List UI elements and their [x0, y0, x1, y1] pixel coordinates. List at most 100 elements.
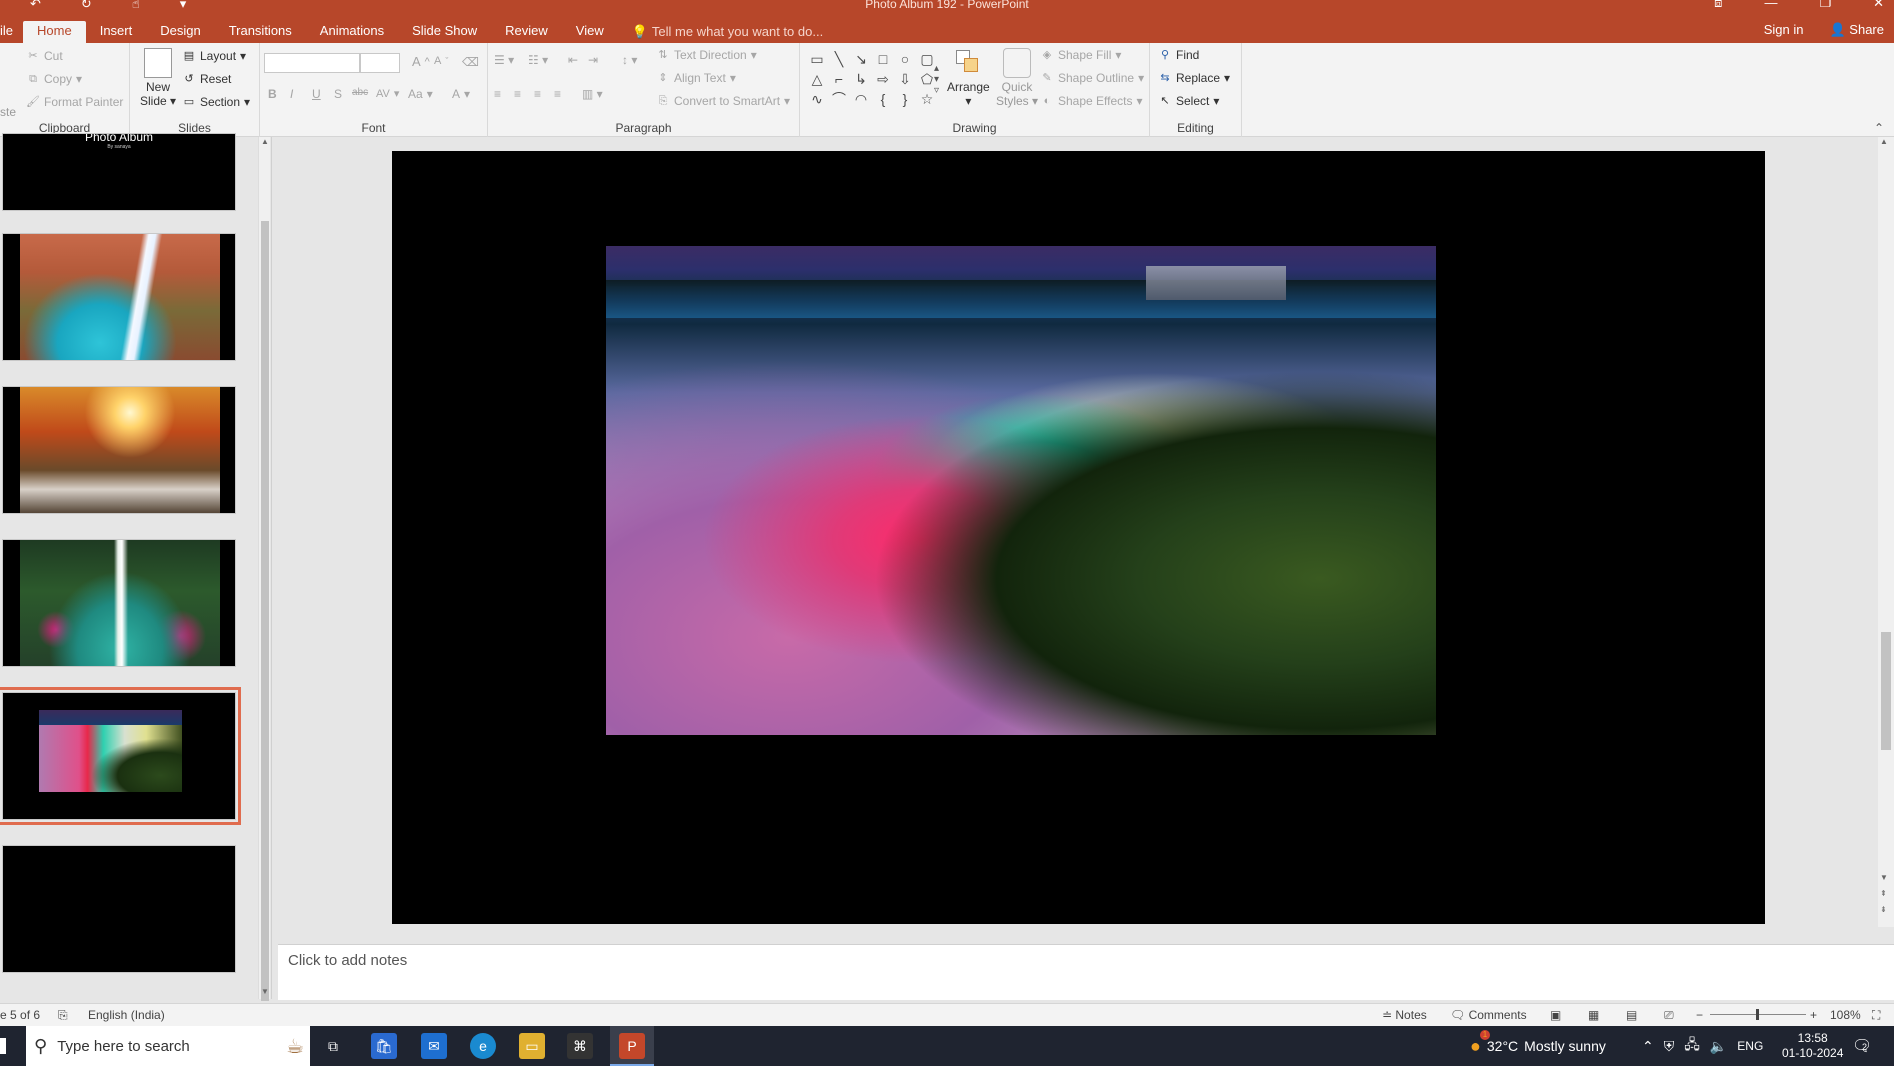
scroll-down-icon[interactable]: ▼ — [1880, 873, 1888, 882]
scroll-up-icon[interactable]: ▲ — [261, 137, 269, 146]
bold-button[interactable]: B — [268, 87, 277, 101]
current-slide[interactable] — [392, 151, 1765, 924]
notes-placeholder[interactable]: Click to add notes — [288, 952, 407, 969]
sign-in-link[interactable]: Sign in — [1764, 22, 1804, 38]
tab-slide-show[interactable]: Slide Show — [398, 21, 491, 43]
ribbon-display-icon[interactable]: ⧈ — [1714, 0, 1722, 11]
thumbnail-scrollbar[interactable]: ▲ ▼ — [258, 137, 270, 1001]
slide-thumbnail-3[interactable] — [2, 386, 236, 514]
shape-outline-button[interactable]: ✎ Shape Outline ▾ — [1040, 71, 1144, 85]
cut-button[interactable]: ✂ Cut — [26, 49, 62, 63]
bullets-icon[interactable]: ☰ ▾ — [494, 53, 514, 67]
minimize-icon[interactable]: — — [1764, 0, 1777, 11]
triangle-shape-icon[interactable]: △ — [807, 69, 827, 89]
tab-ile[interactable]: ile — [0, 21, 23, 43]
close-icon[interactable]: ✕ — [1873, 0, 1884, 11]
columns-icon[interactable]: ▥ ▾ — [582, 87, 603, 101]
file-explorer-icon[interactable]: ▭ — [519, 1033, 545, 1059]
brace-left-shape-icon[interactable]: { — [873, 89, 893, 109]
scroll-up-icon[interactable]: ▲ — [1880, 137, 1888, 146]
normal-view-icon[interactable]: ▣ — [1550, 1008, 1561, 1022]
italic-button[interactable]: I — [290, 87, 293, 101]
increase-indent-icon[interactable]: ⇥ — [588, 53, 598, 67]
spell-check-icon[interactable]: ⎘ — [58, 1008, 68, 1023]
clock[interactable]: 13:58 01-10-2024 — [1782, 1026, 1843, 1066]
layout-button[interactable]: ▤ Layout ▾ — [182, 49, 246, 63]
brace-right-shape-icon[interactable]: } — [895, 89, 915, 109]
scrollbar-thumb[interactable] — [261, 221, 269, 1001]
zoom-in-icon[interactable]: + — [1810, 1008, 1817, 1022]
tab-home[interactable]: Home — [23, 21, 86, 43]
strikethrough-button[interactable]: abc — [352, 87, 368, 98]
shape-effects-button[interactable]: ◐ Shape Effects ▾ — [1040, 94, 1143, 108]
fit-slide-icon[interactable]: ⛶ — [1872, 1008, 1880, 1023]
justify-icon[interactable]: ≡ — [554, 87, 561, 101]
reading-view-icon[interactable]: ▤ — [1626, 1008, 1637, 1022]
replace-button[interactable]: ⇆ Replace ▾ — [1158, 71, 1230, 85]
tab-review[interactable]: Review — [491, 21, 562, 43]
powerpoint-taskbar-button[interactable]: P — [610, 1026, 654, 1066]
comments-toggle[interactable]: 🗨 Comments — [1450, 1008, 1527, 1022]
reset-button[interactable]: ↺ Reset — [182, 72, 231, 86]
slide-sorter-icon[interactable]: ▦ — [1588, 1008, 1599, 1022]
chevron-up-icon[interactable]: ⌃ — [1642, 1038, 1654, 1055]
clear-format-icon[interactable]: ⌫ — [462, 55, 479, 69]
zoom-level[interactable]: 108% — [1830, 1008, 1861, 1022]
zoom-out-icon[interactable]: − — [1696, 1008, 1703, 1022]
copy-button[interactable]: ⧉ Copy ▾ — [26, 72, 82, 86]
oval-shape-icon[interactable]: ○ — [895, 49, 915, 69]
right-arrow-shape-icon[interactable]: ⇨ — [873, 69, 893, 89]
tab-view[interactable]: View — [562, 21, 618, 43]
change-case-button[interactable]: Aa ▾ — [408, 87, 433, 101]
task-view-icon[interactable]: ⧉ — [320, 1033, 346, 1059]
line-shape-icon[interactable]: ╲ — [829, 49, 849, 69]
line-spacing-icon[interactable]: ↕ ▾ — [622, 53, 637, 67]
decrease-indent-icon[interactable]: ⇤ — [568, 53, 578, 67]
previous-slide-icon[interactable]: ⇞ — [1880, 889, 1887, 898]
convert-smartart-button[interactable]: ⎘ Convert to SmartArt ▾ — [656, 94, 790, 108]
section-button[interactable]: ▭ Section ▾ — [182, 95, 250, 109]
collapse-ribbon-icon[interactable]: ⌃ — [1874, 121, 1884, 135]
edge-icon[interactable]: e — [470, 1033, 496, 1059]
dev-app-icon[interactable]: ⌘ — [567, 1033, 593, 1059]
font-grow-button[interactable]: A ^ — [412, 54, 430, 69]
freeform-shape-icon[interactable]: ∿ — [807, 89, 827, 109]
font-name-box[interactable] — [264, 53, 360, 73]
language-indicator[interactable]: English (India) — [88, 1008, 165, 1022]
new-slide-button[interactable]: New Slide ▾ — [140, 48, 176, 108]
slide-thumbnail-1[interactable]: Photo Album By sanaya — [2, 133, 236, 211]
input-language[interactable]: ENG — [1737, 1039, 1763, 1053]
slide-thumbnail-5[interactable] — [0, 687, 241, 825]
connector-shape-icon[interactable]: ⌐ — [829, 69, 849, 89]
maximize-icon[interactable]: ❐ — [1819, 0, 1831, 11]
share-button[interactable]: 👤 Share — [1829, 22, 1884, 38]
arrow-line-shape-icon[interactable]: ↘ — [851, 49, 871, 69]
slide-thumbnail-2[interactable] — [2, 233, 236, 361]
slide-thumbnail-6[interactable] — [2, 845, 236, 973]
down-arrow-shape-icon[interactable]: ⇩ — [895, 69, 915, 89]
shadow-button[interactable]: S — [334, 87, 342, 101]
slide-scrollbar[interactable]: ▲ ▼ ⇞ ⇟ — [1878, 137, 1894, 927]
arrange-button[interactable]: Arrange ▾ — [947, 48, 990, 108]
format-painter-button[interactable]: 🖌 Format Painter — [26, 95, 123, 109]
font-color-button[interactable]: A ▾ — [452, 87, 470, 101]
curve-shape-icon[interactable]: ⌒ — [829, 89, 849, 109]
slideshow-view-icon[interactable]: ⎚ — [1664, 1008, 1674, 1023]
security-icon[interactable]: ⛨ — [1664, 1038, 1675, 1055]
text-direction-button[interactable]: ⇅ Text Direction ▾ — [656, 48, 756, 62]
shapes-gallery[interactable]: ▭ ╲ ↘ □ ○ ▢ △ ⌐ ↳ ⇨ ⇩ ⬠ ∿ ⌒ ◠{} ☆ — [807, 49, 942, 109]
scrollbar-thumb[interactable] — [1881, 632, 1891, 750]
rectangle-shape-icon[interactable]: □ — [873, 49, 893, 69]
start-icon[interactable] — [0, 1038, 6, 1054]
tell-me-search[interactable]: 💡 Tell me what you want to do... — [618, 21, 837, 43]
notes-toggle[interactable]: ≐ Notes — [1382, 1008, 1427, 1022]
textbox-shape-icon[interactable]: ▭ — [807, 49, 827, 69]
char-spacing-button[interactable]: AV ▾ — [376, 87, 399, 101]
notes-pane[interactable]: Click to add notes — [278, 944, 1894, 1000]
weather-widget[interactable]: ● 1 32°C Mostly sunny — [1470, 1026, 1606, 1066]
font-shrink-button[interactable]: Aˇ — [434, 55, 448, 67]
volume-icon[interactable]: 🔈 — [1710, 1038, 1727, 1055]
find-button[interactable]: ⚲ Find — [1158, 48, 1199, 62]
quick-styles-button[interactable]: Quick Styles ▾ — [996, 48, 1038, 108]
scroll-down-icon[interactable]: ▼ — [261, 987, 269, 996]
